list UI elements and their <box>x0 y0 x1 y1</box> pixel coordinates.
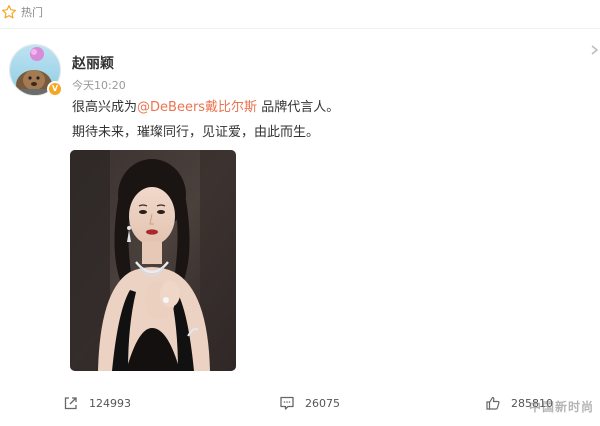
watermark: 中国新时尚 <box>528 400 594 414</box>
post-text-line-2: 期待未来，璀璨同行，见证爱，由此而生。 <box>72 125 320 140</box>
photo-portrait <box>70 150 236 371</box>
post-text-suffix: 品牌代言人。 <box>257 100 340 115</box>
comment-icon <box>280 396 294 410</box>
post-text-prefix: 很高兴成为 <box>72 100 138 115</box>
post-timestamp[interactable]: 今天10:20 <box>72 79 126 93</box>
thumbs-up-icon <box>486 396 500 410</box>
author-avatar[interactable]: V <box>9 44 63 97</box>
post-image[interactable] <box>70 150 236 371</box>
star-icon <box>1 5 16 19</box>
more-options-icon[interactable] <box>590 42 600 56</box>
hot-label: 热门 <box>21 6 43 19</box>
divider <box>0 28 600 29</box>
share-icon <box>64 397 77 410</box>
verified-badge: V <box>47 81 63 97</box>
repost-button[interactable]: 124993 <box>63 392 131 414</box>
comment-button[interactable]: 26075 <box>279 392 340 414</box>
post-text-line-1: 很高兴成为@DeBeers戴比尔斯 品牌代言人。 <box>72 99 339 117</box>
mention-link[interactable]: @DeBeers戴比尔斯 <box>137 100 257 115</box>
hot-section-header: 热门 <box>0 0 600 28</box>
comment-count: 26075 <box>305 396 340 410</box>
author-name[interactable]: 赵丽颖 <box>72 55 114 73</box>
repost-count: 124993 <box>89 396 131 410</box>
action-bar: 124993 26075 285810 <box>0 392 600 414</box>
